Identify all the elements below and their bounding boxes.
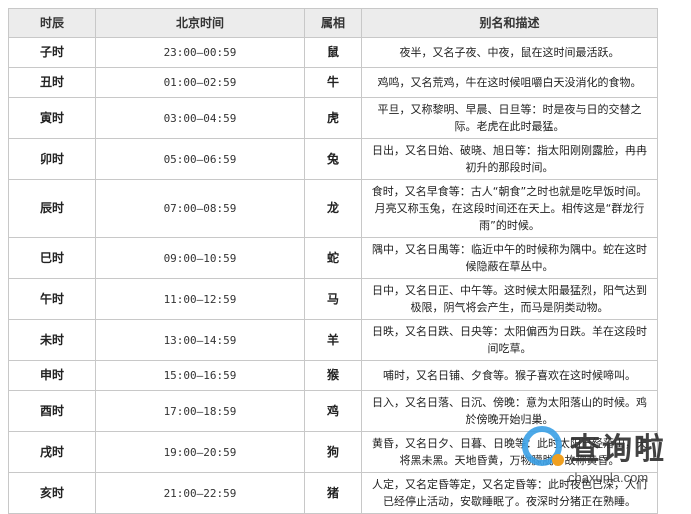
cell-description: 日出，又名日始、破晓、旭日等：指太阳刚刚露脸，冉冉初升的那段时间。	[361, 138, 658, 180]
cell-description: 日昳，又名日跌、日央等：太阳偏西为日跌。羊在这段时间吃草。	[361, 319, 658, 361]
cell-time: 07:00—08:59	[95, 179, 305, 238]
cell-shichen: 酉时	[8, 390, 96, 432]
zodiac-hours-table: 时辰 北京时间 属相 别名和描述 子时 23:00—00:59 鼠 夜半，又名子…	[8, 8, 658, 514]
table-row: 戌时 19:00—20:59 狗 黄昏，又名日夕、日暮、日晚等：此时太阳已经落山…	[8, 431, 658, 473]
cell-shichen: 卯时	[8, 138, 96, 180]
header-animal: 属相	[304, 8, 362, 38]
cell-animal: 猴	[304, 360, 362, 391]
cell-description: 哺时，又名日铺、夕食等。猴子喜欢在这时候啼叫。	[361, 360, 658, 391]
table-row: 寅时 03:00—04:59 虎 平旦，又称黎明、早晨、日旦等：时是夜与日的交替…	[8, 97, 658, 139]
zodiac-hours-table-container: 时辰 北京时间 属相 别名和描述 子时 23:00—00:59 鼠 夜半，又名子…	[8, 8, 658, 514]
cell-animal: 蛇	[304, 237, 362, 279]
cell-animal: 狗	[304, 431, 362, 473]
table-row: 子时 23:00—00:59 鼠 夜半，又名子夜、中夜，鼠在这时间最活跃。	[8, 37, 658, 68]
cell-animal: 马	[304, 278, 362, 320]
table-header-row: 时辰 北京时间 属相 别名和描述	[8, 8, 658, 38]
table-row: 亥时 21:00—22:59 猪 人定，又名定昏等定，又名定昏等：此时夜色已深，…	[8, 472, 658, 514]
cell-time: 05:00—06:59	[95, 138, 305, 180]
cell-description: 黄昏，又名日夕、日暮、日晚等：此时太阳已经落山，天将黑未黑。天地昏黄，万物朦胧，…	[361, 431, 658, 473]
cell-description: 夜半，又名子夜、中夜，鼠在这时间最活跃。	[361, 37, 658, 68]
cell-shichen: 亥时	[8, 472, 96, 514]
header-description: 别名和描述	[361, 8, 658, 38]
cell-shichen: 巳时	[8, 237, 96, 279]
cell-shichen: 寅时	[8, 97, 96, 139]
cell-description: 平旦，又称黎明、早晨、日旦等：时是夜与日的交替之际。老虎在此时最猛。	[361, 97, 658, 139]
table-row: 丑时 01:00—02:59 牛 鸡鸣，又名荒鸡，牛在这时候咀嚼白天没消化的食物…	[8, 67, 658, 98]
cell-animal: 鼠	[304, 37, 362, 68]
cell-animal: 猪	[304, 472, 362, 514]
cell-time: 01:00—02:59	[95, 67, 305, 98]
cell-animal: 鸡	[304, 390, 362, 432]
cell-time: 23:00—00:59	[95, 37, 305, 68]
cell-shichen: 申时	[8, 360, 96, 391]
table-row: 辰时 07:00—08:59 龙 食时，又名早食等：古人“朝食”之时也就是吃早饭…	[8, 179, 658, 238]
cell-description: 日中，又名日正、中午等。这时候太阳最猛烈，阳气达到极限，阴气将会产生，而马是阴类…	[361, 278, 658, 320]
cell-shichen: 未时	[8, 319, 96, 361]
table-row: 酉时 17:00—18:59 鸡 日入，又名日落、日沉、傍晚：意为太阳落山的时候…	[8, 390, 658, 432]
cell-time: 17:00—18:59	[95, 390, 305, 432]
cell-time: 13:00—14:59	[95, 319, 305, 361]
cell-animal: 龙	[304, 179, 362, 238]
cell-description: 隅中，又名日禺等：临近中午的时候称为隅中。蛇在这时候隐蔽在草丛中。	[361, 237, 658, 279]
cell-description: 日入，又名日落、日沉、傍晚：意为太阳落山的时候。鸡於傍晚开始归巢。	[361, 390, 658, 432]
cell-animal: 虎	[304, 97, 362, 139]
header-shichen: 时辰	[8, 8, 96, 38]
cell-time: 15:00—16:59	[95, 360, 305, 391]
cell-animal: 牛	[304, 67, 362, 98]
cell-time: 11:00—12:59	[95, 278, 305, 320]
cell-shichen: 丑时	[8, 67, 96, 98]
cell-description: 人定，又名定昏等定，又名定昏等：此时夜色已深，人们已经停止活动，安歇睡眠了。夜深…	[361, 472, 658, 514]
cell-time: 21:00—22:59	[95, 472, 305, 514]
cell-shichen: 子时	[8, 37, 96, 68]
cell-animal: 兔	[304, 138, 362, 180]
cell-shichen: 辰时	[8, 179, 96, 238]
cell-time: 19:00—20:59	[95, 431, 305, 473]
table-row: 午时 11:00—12:59 马 日中，又名日正、中午等。这时候太阳最猛烈，阳气…	[8, 278, 658, 320]
cell-time: 09:00—10:59	[95, 237, 305, 279]
header-beijing-time: 北京时间	[95, 8, 305, 38]
cell-shichen: 午时	[8, 278, 96, 320]
cell-description: 食时，又名早食等：古人“朝食”之时也就是吃早饭时间。月亮又称玉兔，在这段时间还在…	[361, 179, 658, 238]
cell-animal: 羊	[304, 319, 362, 361]
cell-time: 03:00—04:59	[95, 97, 305, 139]
cell-shichen: 戌时	[8, 431, 96, 473]
table-row: 未时 13:00—14:59 羊 日昳，又名日跌、日央等：太阳偏西为日跌。羊在这…	[8, 319, 658, 361]
table-row: 卯时 05:00—06:59 兔 日出，又名日始、破晓、旭日等：指太阳刚刚露脸，…	[8, 138, 658, 180]
cell-description: 鸡鸣，又名荒鸡，牛在这时候咀嚼白天没消化的食物。	[361, 67, 658, 98]
table-row: 申时 15:00—16:59 猴 哺时，又名日铺、夕食等。猴子喜欢在这时候啼叫。	[8, 360, 658, 391]
table-row: 巳时 09:00—10:59 蛇 隅中，又名日禺等：临近中午的时候称为隅中。蛇在…	[8, 237, 658, 279]
